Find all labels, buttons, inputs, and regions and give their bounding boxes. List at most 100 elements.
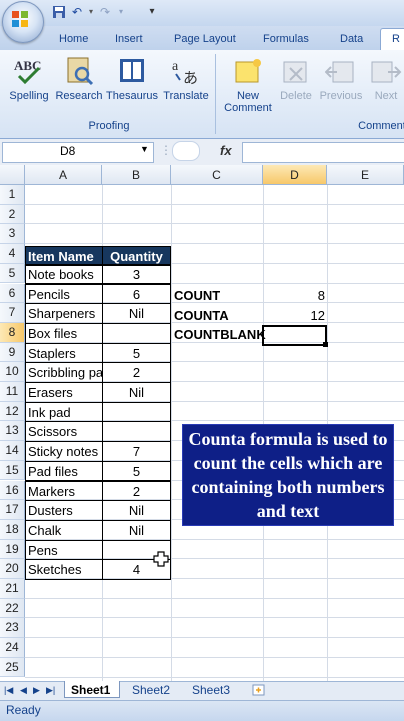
- insert-function-button[interactable]: fx: [220, 143, 232, 158]
- next-comment-button[interactable]: Next: [368, 56, 404, 118]
- quantity-cell[interactable]: Nil: [102, 382, 171, 403]
- row-header[interactable]: 14: [0, 441, 25, 461]
- item-name-cell[interactable]: Erasers: [25, 382, 103, 403]
- column-header-b[interactable]: B: [102, 165, 171, 185]
- name-box-dropdown-icon[interactable]: ▼: [140, 144, 149, 154]
- row-header[interactable]: 8: [0, 322, 25, 343]
- item-name-cell[interactable]: Pencils: [25, 283, 103, 305]
- redo-dropdown-icon[interactable]: ▾: [114, 5, 128, 19]
- row-header[interactable]: 4: [0, 244, 25, 264]
- counta-value[interactable]: 12: [263, 306, 325, 325]
- row-header[interactable]: 10: [0, 362, 25, 382]
- translate-button[interactable]: a あ Translate: [162, 56, 210, 118]
- row-header[interactable]: 6: [0, 283, 25, 304]
- next-sheet-nav-icon[interactable]: ▶: [33, 682, 40, 698]
- item-name-cell[interactable]: Markers: [25, 480, 103, 502]
- row-header[interactable]: 21: [0, 579, 25, 599]
- new-comment-button[interactable]: New Comment: [220, 56, 276, 118]
- quantity-cell[interactable]: 6: [102, 283, 171, 305]
- count-label[interactable]: COUNT: [174, 286, 220, 305]
- name-box[interactable]: [2, 142, 154, 163]
- row-header[interactable]: 23: [0, 618, 25, 639]
- item-name-cell[interactable]: Note books: [25, 263, 103, 285]
- item-name-cell[interactable]: Staplers: [25, 342, 103, 364]
- row-header[interactable]: 24: [0, 638, 25, 658]
- quantity-cell[interactable]: [102, 401, 171, 423]
- thesaurus-button[interactable]: Thesaurus: [104, 56, 160, 118]
- insert-sheet-icon[interactable]: [252, 683, 266, 696]
- quantity-cell[interactable]: 5: [102, 460, 171, 482]
- column-header-c[interactable]: C: [171, 165, 263, 185]
- quantity-cell[interactable]: [102, 322, 171, 344]
- quantity-cell[interactable]: Nil: [102, 519, 171, 541]
- row-header[interactable]: 11: [0, 382, 25, 402]
- item-name-cell[interactable]: Scissors: [25, 421, 103, 443]
- undo-icon[interactable]: ↶: [70, 5, 84, 19]
- count-value[interactable]: 8: [263, 286, 325, 305]
- row-header[interactable]: 18: [0, 519, 25, 540]
- quantity-cell[interactable]: Nil: [102, 303, 171, 324]
- spelling-button[interactable]: ABC Spelling: [6, 56, 52, 118]
- active-cell-d8[interactable]: [262, 325, 327, 346]
- tab-home[interactable]: Home: [59, 30, 88, 48]
- tab-data[interactable]: Data: [340, 30, 363, 48]
- row-header[interactable]: 15: [0, 460, 25, 481]
- undo-dropdown-icon[interactable]: ▾: [84, 5, 98, 19]
- item-name-cell[interactable]: Box files: [25, 322, 103, 344]
- row-header[interactable]: 2: [0, 204, 25, 225]
- item-name-cell[interactable]: Chalk: [25, 519, 103, 541]
- item-name-cell[interactable]: Scribbling pa: [25, 362, 103, 383]
- fill-handle[interactable]: [323, 342, 328, 347]
- quantity-cell[interactable]: 5: [102, 342, 171, 364]
- customize-toolbar-icon[interactable]: ▾: [145, 5, 159, 19]
- tab-sheet2[interactable]: Sheet2: [132, 682, 170, 698]
- quantity-cell[interactable]: 2: [102, 480, 171, 502]
- counta-label[interactable]: COUNTA: [174, 306, 229, 325]
- tab-sheet3[interactable]: Sheet3: [192, 682, 230, 698]
- select-all-corner[interactable]: [0, 165, 25, 185]
- previous-comment-button[interactable]: Previous: [316, 56, 366, 118]
- item-name-cell[interactable]: Dusters: [25, 500, 103, 521]
- row-header[interactable]: 16: [0, 480, 25, 501]
- item-name-cell[interactable]: Pad files: [25, 460, 103, 482]
- prev-sheet-nav-icon[interactable]: ◀: [20, 682, 27, 698]
- column-header-a[interactable]: A: [25, 165, 102, 185]
- column-header-d[interactable]: D: [263, 165, 327, 185]
- redo-icon[interactable]: ↷: [98, 5, 112, 19]
- item-name-cell[interactable]: Sketches: [25, 559, 103, 580]
- formula-input[interactable]: [242, 142, 404, 163]
- countblank-label[interactable]: COUNTBLANK: [174, 325, 266, 344]
- formula-resize-handle[interactable]: ⋮: [160, 143, 172, 157]
- tab-page-layout[interactable]: Page Layout: [174, 30, 236, 48]
- item-name-cell[interactable]: Sticky notes: [25, 441, 103, 462]
- last-sheet-nav-icon[interactable]: ▶|: [46, 682, 55, 698]
- row-header[interactable]: 13: [0, 421, 25, 442]
- row-header[interactable]: 22: [0, 598, 25, 619]
- item-name-cell[interactable]: Sharpeners: [25, 303, 103, 324]
- save-icon[interactable]: [52, 5, 66, 19]
- research-button[interactable]: Research: [54, 56, 104, 118]
- item-name-cell[interactable]: Pens: [25, 539, 103, 561]
- item-name-cell[interactable]: Ink pad: [25, 401, 103, 423]
- row-header[interactable]: 5: [0, 263, 25, 284]
- tab-formulas[interactable]: Formulas: [263, 30, 309, 48]
- quantity-cell[interactable]: 3: [102, 263, 171, 285]
- quantity-cell[interactable]: 7: [102, 441, 171, 462]
- row-header[interactable]: 19: [0, 539, 25, 560]
- row-header[interactable]: 25: [0, 657, 25, 678]
- row-header[interactable]: 1: [0, 185, 25, 205]
- row-header[interactable]: 9: [0, 342, 25, 363]
- quantity-cell[interactable]: Nil: [102, 500, 171, 521]
- quantity-cell[interactable]: [102, 421, 171, 443]
- tab-insert[interactable]: Insert: [115, 30, 143, 48]
- row-header[interactable]: 7: [0, 303, 25, 323]
- row-header[interactable]: 3: [0, 224, 25, 245]
- row-header[interactable]: 12: [0, 401, 25, 422]
- quantity-cell[interactable]: 2: [102, 362, 171, 383]
- row-header[interactable]: 17: [0, 500, 25, 520]
- delete-comment-button[interactable]: Delete: [276, 56, 316, 118]
- first-sheet-nav-icon[interactable]: |◀: [4, 682, 13, 698]
- column-header-e[interactable]: E: [327, 165, 404, 185]
- formula-cancel-enter-pill[interactable]: [172, 141, 200, 161]
- row-header[interactable]: 20: [0, 559, 25, 579]
